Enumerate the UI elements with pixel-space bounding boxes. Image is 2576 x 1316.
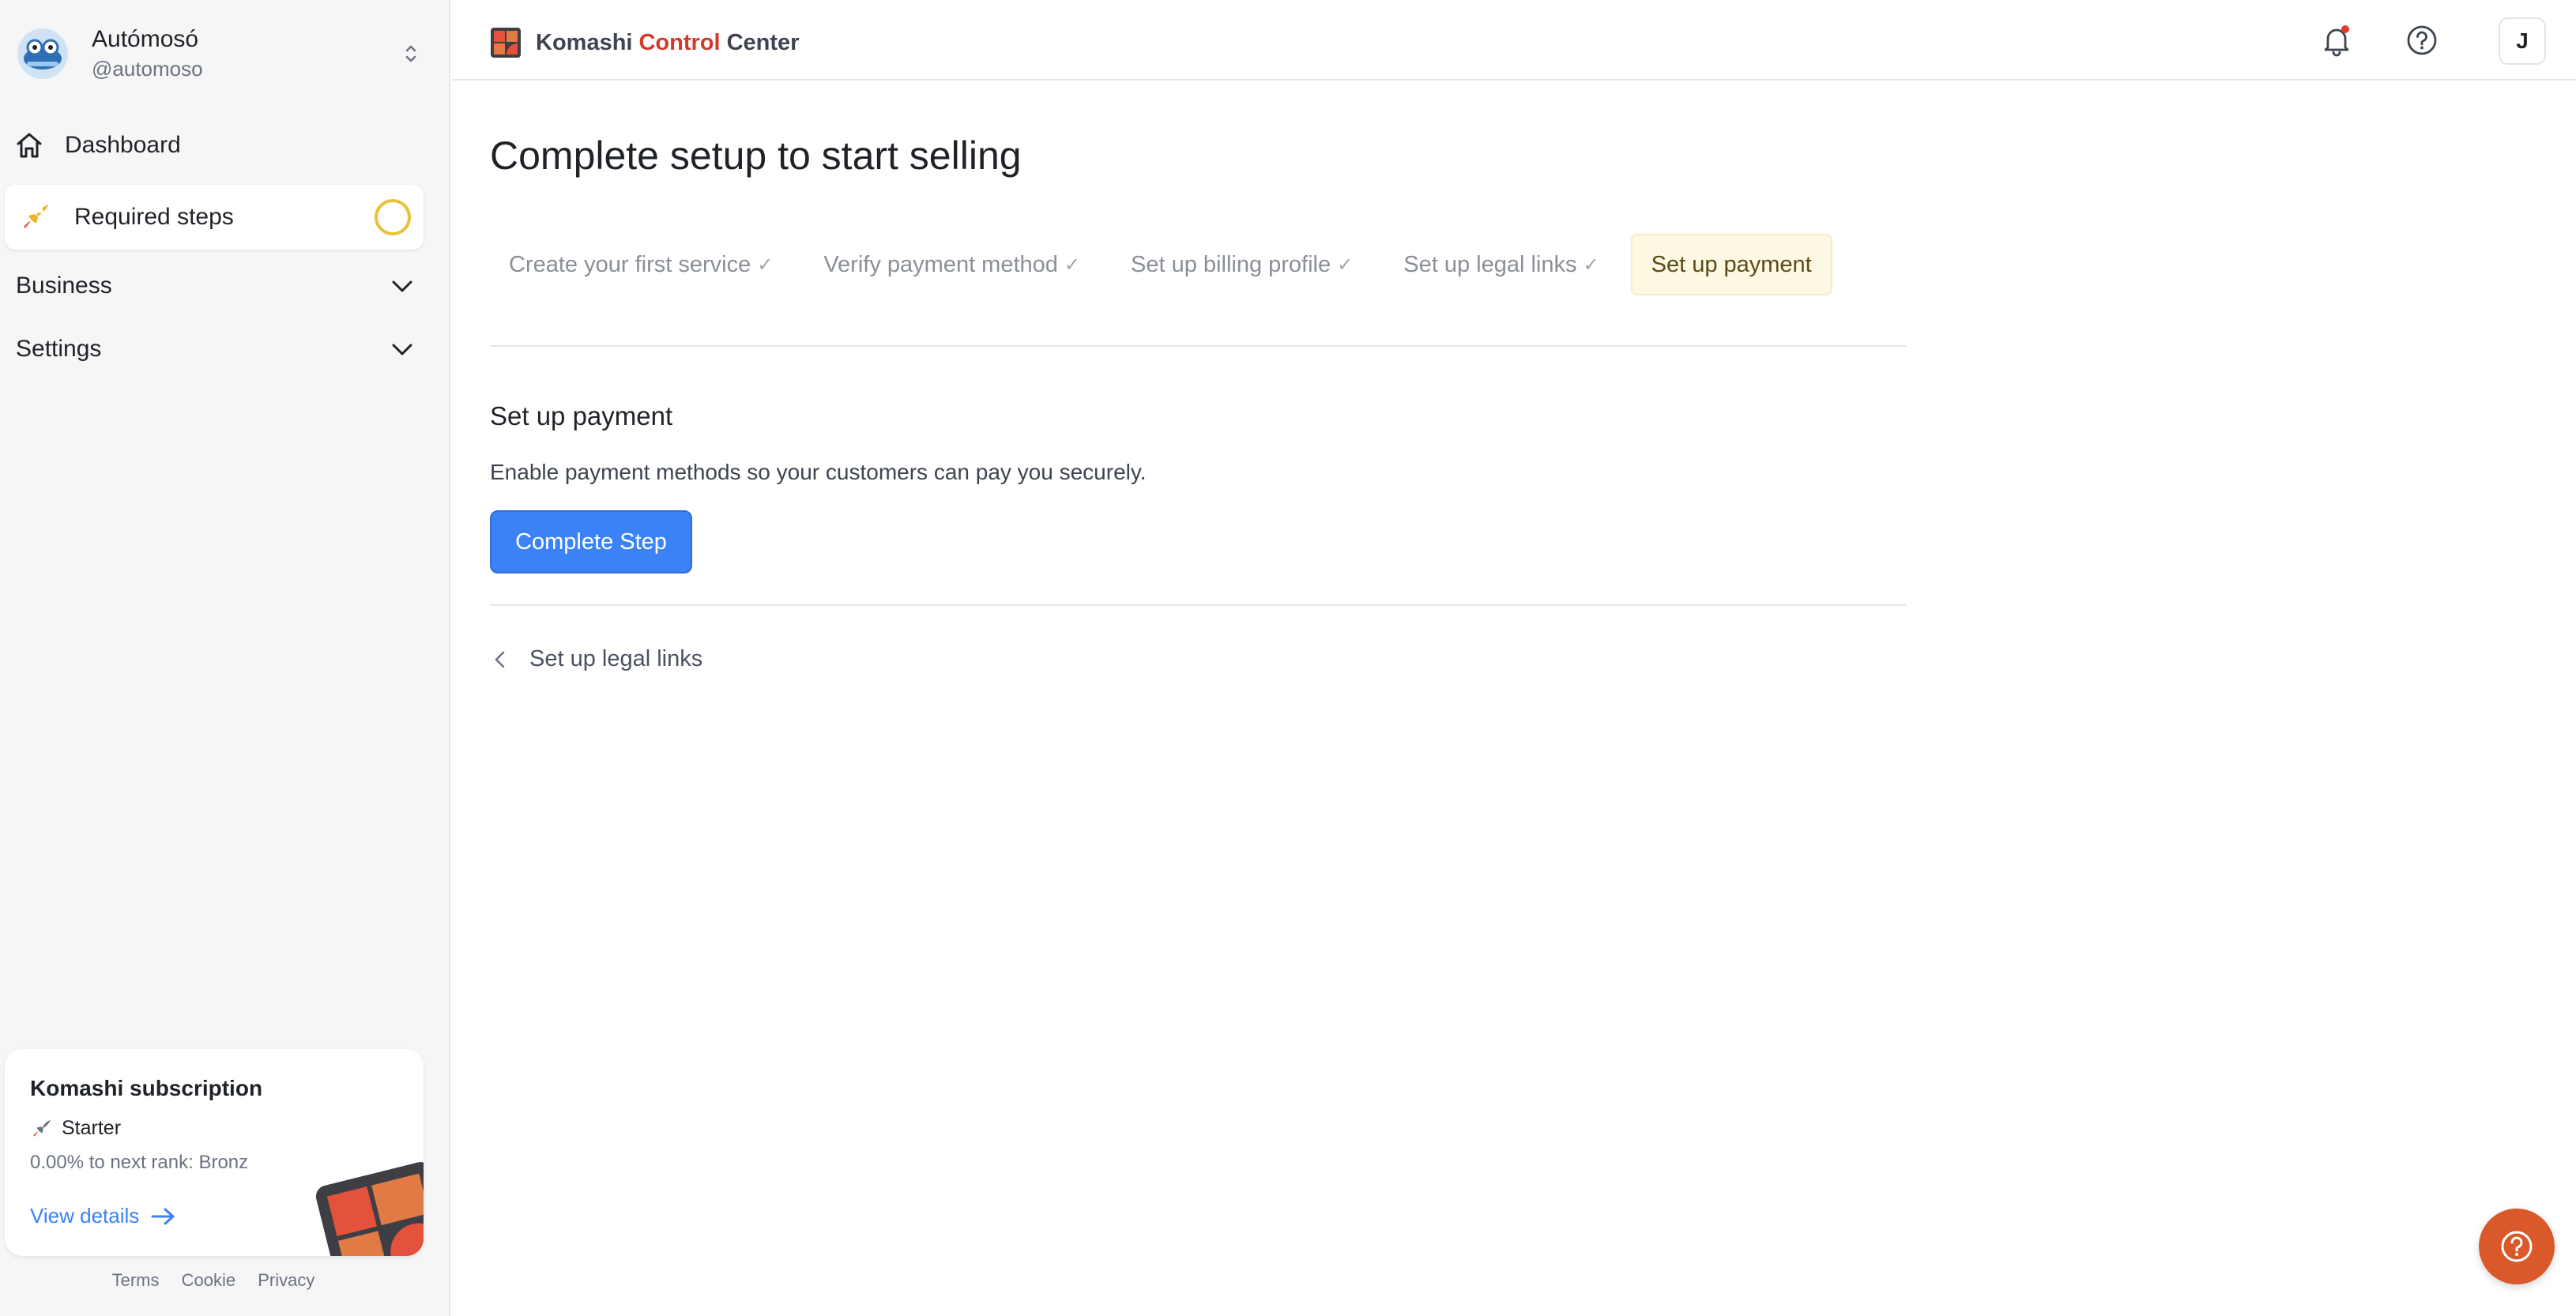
sidebar-item-required-steps[interactable]: Required steps: [5, 185, 424, 250]
brand-name-part3: Center: [726, 29, 800, 55]
subscription-title: Komashi subscription: [30, 1076, 263, 1100]
subscription-plan: Starter: [30, 1117, 121, 1140]
account-switcher[interactable]: Autómosó @automoso: [16, 22, 427, 85]
section-title: Set up payment: [490, 401, 673, 431]
page-title: Complete setup to start selling: [490, 133, 1022, 178]
footer-links: Terms Cookie Privacy: [0, 1270, 427, 1291]
home-icon: [17, 133, 42, 158]
brand-name-part1: Komashi: [536, 29, 633, 55]
subscription-rank-progress: 0.00% to next rank: Bronz: [30, 1152, 249, 1173]
step-set-up-payment[interactable]: Set up payment: [1630, 234, 1832, 295]
setup-steps: Create your first service ✓ Verify paymen…: [490, 234, 1845, 295]
komashi-logo-art: [315, 1162, 424, 1256]
notifications-button[interactable]: [2314, 17, 2359, 63]
top-bar: Komashi Control Center J: [452, 0, 2576, 81]
view-details-label: View details: [30, 1204, 140, 1228]
chevron-down-icon: [392, 344, 412, 355]
step-create-first-service[interactable]: Create your first service ✓: [490, 234, 792, 295]
step-label: Set up payment: [1651, 251, 1812, 277]
divider: [490, 604, 1906, 606]
question-icon: [2501, 1231, 2533, 1262]
komashi-logo-icon: [491, 28, 521, 58]
check-icon: ✓: [1064, 254, 1081, 276]
rocket-icon: [24, 205, 48, 228]
arrow-right-icon: [151, 1208, 175, 1224]
account-name: Autómosó: [92, 26, 199, 52]
support-chat-button[interactable]: [2479, 1209, 2555, 1284]
subscription-plan-name: Starter: [62, 1117, 122, 1139]
step-set-up-billing-profile[interactable]: Set up billing profile ✓: [1112, 234, 1372, 295]
section-description: Enable payment methods so your customers…: [490, 460, 1147, 484]
previous-step-link[interactable]: Set up legal links: [491, 646, 702, 672]
user-menu-button[interactable]: J: [2499, 17, 2546, 65]
divider: [490, 345, 1906, 347]
check-icon: ✓: [757, 254, 774, 276]
step-set-up-legal-links[interactable]: Set up legal links ✓: [1384, 234, 1618, 295]
sidebar: Autómosó @automoso Dashboard Required st…: [0, 0, 450, 1316]
chevron-down-icon: [392, 280, 412, 292]
chevron-updown-icon: [395, 38, 427, 70]
brand[interactable]: Komashi Control Center: [490, 27, 799, 58]
cookie-link[interactable]: Cookie: [182, 1270, 235, 1290]
account-handle: @automoso: [92, 57, 203, 81]
bell-icon: [2324, 25, 2349, 57]
check-icon: ✓: [1337, 254, 1354, 276]
brand-name-part2: Control: [638, 29, 721, 55]
sidebar-item-dashboard[interactable]: Dashboard: [14, 120, 425, 171]
sidebar-item-label: Dashboard: [65, 132, 181, 158]
account-avatar: [17, 28, 68, 79]
step-verify-payment-method[interactable]: Verify payment method ✓: [804, 234, 1099, 295]
step-label: Set up legal links: [1403, 251, 1577, 277]
step-label: Verify payment method: [823, 251, 1058, 277]
step-label: Create your first service: [509, 251, 751, 277]
terms-link[interactable]: Terms: [112, 1270, 160, 1290]
sidebar-item-label: Required steps: [74, 204, 234, 230]
help-icon: [2407, 25, 2437, 55]
sidebar-group-business[interactable]: Business: [16, 262, 416, 310]
sidebar-group-label: Settings: [16, 336, 102, 362]
progress-ring-icon: [375, 199, 411, 235]
sidebar-group-label: Business: [16, 273, 112, 299]
previous-step-label: Set up legal links: [529, 646, 703, 671]
privacy-link[interactable]: Privacy: [258, 1270, 314, 1290]
rocket-icon: [33, 1119, 51, 1137]
subscription-card: Komashi subscription Starter 0.00% to ne…: [5, 1049, 424, 1256]
view-details-link[interactable]: View details: [30, 1204, 177, 1228]
help-button[interactable]: [2399, 17, 2445, 63]
check-icon: ✓: [1583, 254, 1599, 276]
step-label: Set up billing profile: [1131, 251, 1331, 277]
chevron-left-icon: [495, 651, 505, 667]
complete-step-button[interactable]: Complete Step: [490, 510, 692, 573]
sidebar-group-settings[interactable]: Settings: [16, 325, 416, 373]
